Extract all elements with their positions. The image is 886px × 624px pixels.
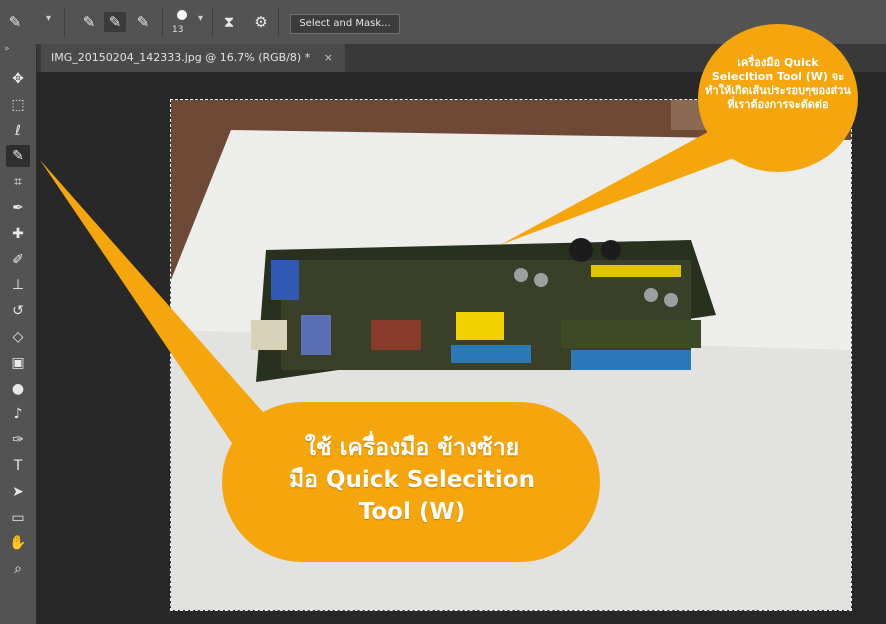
path-selection-tool-icon[interactable]: ➤ [6, 481, 30, 503]
separator [278, 8, 279, 36]
add-to-selection-icon[interactable]: ✎ [104, 12, 126, 32]
callout-bottom-line2: มือ Quick Selecition [289, 467, 535, 493]
callout-top-pointer [500, 120, 755, 245]
lasso-tool-icon[interactable]: ℓ [6, 120, 30, 142]
healing-brush-tool-icon[interactable]: ✚ [6, 223, 30, 245]
brush-size-value: 13 [172, 25, 184, 35]
brush-tool-icon[interactable]: ✐ [6, 249, 30, 271]
callout-bottom-text: ใช้ เครื่องมือ ข้างซ้าย มือ Quick Seleci… [242, 432, 582, 528]
tool-preset-quick-selection-icon[interactable]: ✎ [4, 12, 26, 32]
sample-all-layers-icon[interactable]: ⧗ [218, 12, 240, 32]
move-tool-icon[interactable]: ✥ [6, 68, 30, 90]
eyedropper-tool-icon[interactable]: ✒ [6, 197, 30, 219]
brush-picker-chevron-icon[interactable]: ▾ [198, 13, 203, 24]
close-tab-icon[interactable]: × [324, 51, 333, 64]
eraser-tool-icon[interactable]: ◇ [6, 326, 30, 348]
chevron-down-icon[interactable]: ▾ [46, 13, 51, 24]
separator [162, 8, 163, 36]
select-and-mask-button[interactable]: Select and Mask... [290, 14, 400, 34]
document-tab[interactable]: IMG_20150204_142333.jpg @ 16.7% (RGB/8) … [41, 44, 345, 72]
hand-tool-icon[interactable]: ✋ [6, 532, 30, 554]
callout-bottom-line1: ใช้ เครื่องมือ ข้างซ้าย [304, 435, 520, 461]
document-tab-title: IMG_20150204_142333.jpg @ 16.7% (RGB/8) … [51, 51, 311, 64]
crop-tool-icon[interactable]: ⌗ [6, 171, 30, 193]
rectangle-tool-icon[interactable]: ▭ [6, 507, 30, 529]
separator [64, 8, 65, 36]
marquee-tool-icon[interactable]: ⬚ [6, 94, 30, 116]
tools-panel: » ✥ ⬚ ℓ ✎ ⌗ ✒ ✚ ✐ ⊥ ↺ ◇ ▣ ● ♪ ✑ T ➤ ▭ ✋ ⌕ [0, 44, 37, 624]
callout-bottom-line3: Tool (W) [358, 499, 466, 525]
callout-top-text: เครื่องมือ Quick Selecition Tool (W) จะท… [705, 56, 851, 111]
callout-bottom: ใช้ เครื่องมือ ข้างซ้าย มือ Quick Seleci… [222, 402, 600, 562]
gradient-tool-icon[interactable]: ▣ [6, 352, 30, 374]
pen-tool-icon[interactable]: ✑ [6, 429, 30, 451]
collapse-panel-icon[interactable]: » [4, 44, 10, 54]
new-selection-icon[interactable]: ✎ [78, 12, 100, 32]
zoom-tool-icon[interactable]: ⌕ [6, 558, 30, 580]
blur-tool-icon[interactable]: ● [6, 378, 30, 400]
type-tool-icon[interactable]: T [6, 455, 30, 477]
history-brush-tool-icon[interactable]: ↺ [6, 300, 30, 322]
quick-selection-tool-icon[interactable]: ✎ [6, 145, 30, 168]
separator [212, 8, 213, 36]
brush-preview-icon[interactable] [177, 10, 187, 20]
auto-enhance-icon[interactable]: ⚙ [250, 12, 272, 32]
dodge-tool-icon[interactable]: ♪ [6, 403, 30, 425]
subtract-from-selection-icon[interactable]: ✎ [132, 12, 154, 32]
clone-stamp-tool-icon[interactable]: ⊥ [6, 274, 30, 296]
